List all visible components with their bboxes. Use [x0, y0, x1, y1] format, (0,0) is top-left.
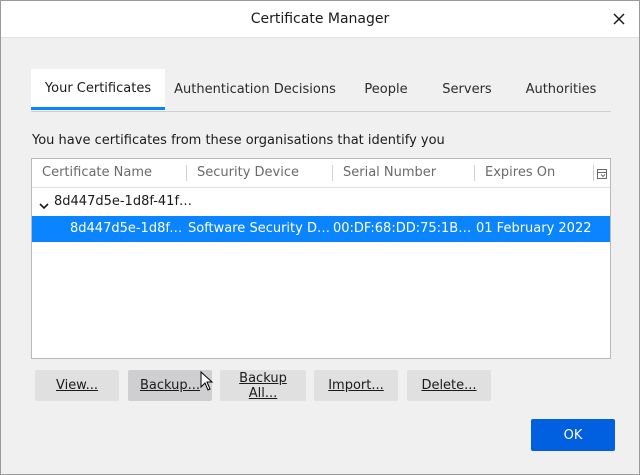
view-button[interactable]: View...: [35, 370, 119, 401]
cell-expires-on: 01 February 2022: [476, 221, 592, 236]
chevron-down-icon[interactable]: [38, 196, 50, 210]
tab-your-certificates[interactable]: Your Certificates: [31, 69, 165, 110]
backup-button[interactable]: Backup...: [128, 370, 212, 401]
import-button[interactable]: Import...: [314, 370, 398, 401]
column-header-security-device[interactable]: Security Device: [187, 159, 332, 187]
cell-serial-number: 00:DF:68:DD:75:1B:BD:...: [333, 221, 473, 236]
tab-authorities[interactable]: Authorities: [517, 69, 605, 109]
backup-all-button[interactable]: Backup All...: [220, 370, 306, 401]
close-button[interactable]: [599, 1, 639, 37]
column-header-serial-number[interactable]: Serial Number: [333, 159, 474, 187]
column-picker-icon: [597, 168, 607, 179]
close-icon: [613, 13, 625, 25]
tab-people[interactable]: People: [351, 69, 421, 109]
column-header-expires-on[interactable]: Expires On: [475, 159, 593, 187]
column-picker-button[interactable]: [594, 159, 610, 187]
tab-servers[interactable]: Servers: [431, 69, 503, 109]
cell-security-device: Software Security Devi...: [188, 221, 331, 236]
cell-certificate-name: 8d447d5e-1d8f-4...: [70, 221, 186, 236]
ok-button[interactable]: OK: [531, 419, 615, 451]
certificate-manager-window: Certificate Manager Your Certificates Au…: [0, 0, 640, 475]
delete-button[interactable]: Delete...: [407, 370, 491, 401]
group-name: 8d447d5e-1d8f-41f0...: [54, 194, 194, 209]
column-header-certificate-name[interactable]: Certificate Name: [32, 159, 186, 187]
tab-authentication-decisions[interactable]: Authentication Decisions: [171, 69, 339, 109]
window-title: Certificate Manager: [250, 11, 390, 27]
title-bar: Certificate Manager: [1, 1, 639, 38]
certificates-description: You have certificates from these organis…: [32, 133, 445, 148]
certificate-tree[interactable]: Certificate Name Security Device Serial …: [31, 158, 611, 359]
tab-bar: Your Certificates Authentication Decisio…: [31, 69, 611, 112]
tree-header: Certificate Name Security Device Serial …: [32, 159, 610, 188]
table-row[interactable]: 8d447d5e-1d8f-4... Software Security Dev…: [32, 216, 610, 242]
tree-group-row[interactable]: 8d447d5e-1d8f-41f0...: [32, 189, 610, 215]
